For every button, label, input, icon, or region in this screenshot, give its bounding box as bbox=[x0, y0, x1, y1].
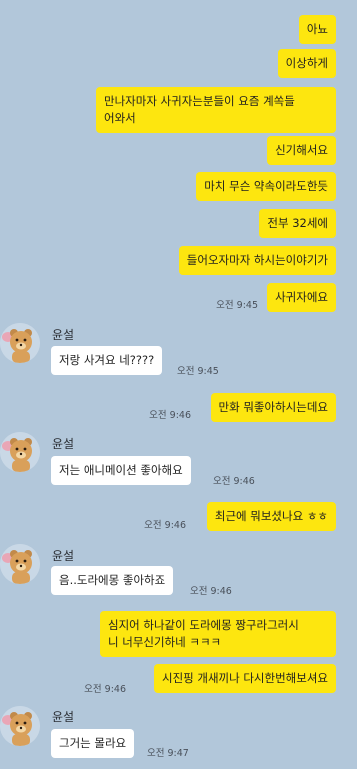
sender-name: 윤설 bbox=[52, 328, 75, 342]
my-message-bubble[interactable]: 신기해서요 bbox=[267, 136, 336, 165]
message-timestamp: 오전 9:46 bbox=[84, 684, 126, 695]
my-message-bubble[interactable]: 들어오자마자 하시는이야기가 bbox=[178, 246, 336, 275]
received-message-bubble[interactable]: 그거는 몰라요 bbox=[51, 729, 135, 758]
received-message-bubble[interactable]: 저랑 사겨요 네???? bbox=[51, 346, 163, 375]
my-message-bubble[interactable]: 만나자마자 사귀자는분들이 요즘 계쏙들 어와서 bbox=[96, 87, 336, 133]
bear-avatar-icon[interactable] bbox=[0, 544, 40, 584]
bear-avatar-icon[interactable] bbox=[0, 323, 40, 363]
my-message-bubble[interactable]: 시진핑 개새끼나 다시한번해보셔요 bbox=[153, 664, 336, 693]
message-timestamp: 오전 9:47 bbox=[147, 748, 189, 759]
my-message-bubble[interactable]: 만화 뭐좋아하시는데요 bbox=[210, 393, 336, 422]
message-timestamp: 오전 9:45 bbox=[177, 366, 219, 377]
my-message-bubble[interactable]: 심지어 하나같이 도라에몽 짱구라그러시 니 너무신기하네 ㅋㅋㅋ bbox=[100, 611, 336, 657]
sender-name: 윤설 bbox=[52, 710, 75, 724]
bear-avatar-icon[interactable] bbox=[0, 432, 40, 472]
my-message-bubble[interactable]: 아뇨 bbox=[298, 15, 336, 44]
message-timestamp: 오전 9:45 bbox=[216, 300, 258, 311]
bear-avatar-icon[interactable] bbox=[0, 706, 40, 746]
sender-name: 윤설 bbox=[52, 437, 75, 451]
sender-name: 윤설 bbox=[52, 549, 75, 563]
my-message-bubble[interactable]: 최근에 뭐보셨나요 ㅎㅎ bbox=[206, 502, 336, 531]
message-timestamp: 오전 9:46 bbox=[144, 520, 186, 531]
received-message-bubble[interactable]: 음..도라에몽 좋아하죠 bbox=[51, 566, 174, 595]
my-message-bubble[interactable]: 전부 32세에 bbox=[259, 209, 336, 238]
message-timestamp: 오전 9:46 bbox=[213, 476, 255, 487]
received-message-bubble[interactable]: 저는 애니메이션 좋아해요 bbox=[51, 456, 191, 485]
my-message-bubble[interactable]: 사귀자에요 bbox=[267, 283, 336, 312]
message-timestamp: 오전 9:46 bbox=[190, 586, 232, 597]
message-timestamp: 오전 9:46 bbox=[149, 410, 191, 421]
my-message-bubble[interactable]: 이상하게 bbox=[277, 49, 336, 78]
my-message-bubble[interactable]: 마치 무슨 약속이라도한듯 bbox=[196, 172, 336, 201]
